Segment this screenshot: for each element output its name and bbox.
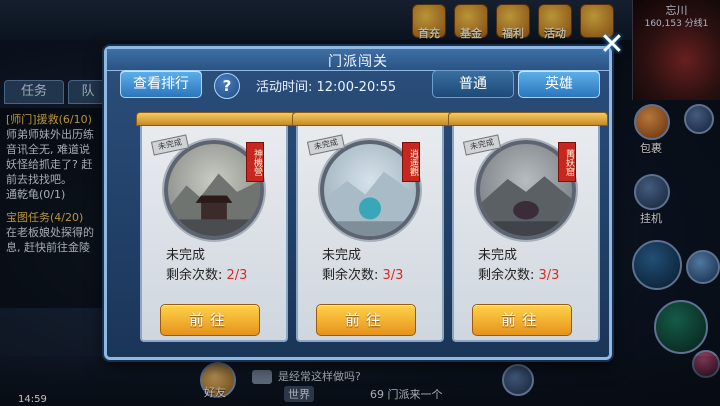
tab-normal[interactable]: 普通 [432,70,514,98]
panel-ribbon [136,112,296,126]
sect-seal: 逍遥觀 [402,142,420,182]
sect-panel: 未完成 逍遥觀 未完成 剩余次数: 3/3 前往 [292,112,452,342]
sect-seal: 萬妖窟 [558,142,576,182]
sect-seal: 神機營 [246,142,264,182]
panel-ribbon [292,112,452,126]
go-button[interactable]: 前往 [472,304,572,336]
remaining-count: 剩余次数: 2/3 [166,268,248,283]
status-text: 未完成 [166,248,206,263]
status-text: 未完成 [478,248,518,263]
status-text: 未完成 [322,248,362,263]
go-button[interactable]: 前往 [160,304,260,336]
activity-time: 活动时间: 12:00-20:55 [256,80,397,95]
tab-hero[interactable]: 英雄 [518,70,600,98]
view-ranking-button[interactable]: 查看排行 [120,70,202,98]
modal-title-bar: 门派闯关 [107,49,609,71]
go-button[interactable]: 前往 [316,304,416,336]
remaining-count: 剩余次数: 3/3 [478,268,560,283]
sect-panel: 未完成 萬妖窟 未完成 剩余次数: 3/3 前往 [448,112,608,342]
sect-panel: 未完成 神機營 未完成 剩余次数: 2/3 前往 [136,112,296,342]
remaining-count: 剩余次数: 3/3 [322,268,404,283]
panel-ribbon [448,112,608,126]
help-icon[interactable]: ? [214,73,240,99]
modal-title: 门派闯关 [328,54,388,70]
close-icon[interactable]: ✕ [598,30,626,60]
